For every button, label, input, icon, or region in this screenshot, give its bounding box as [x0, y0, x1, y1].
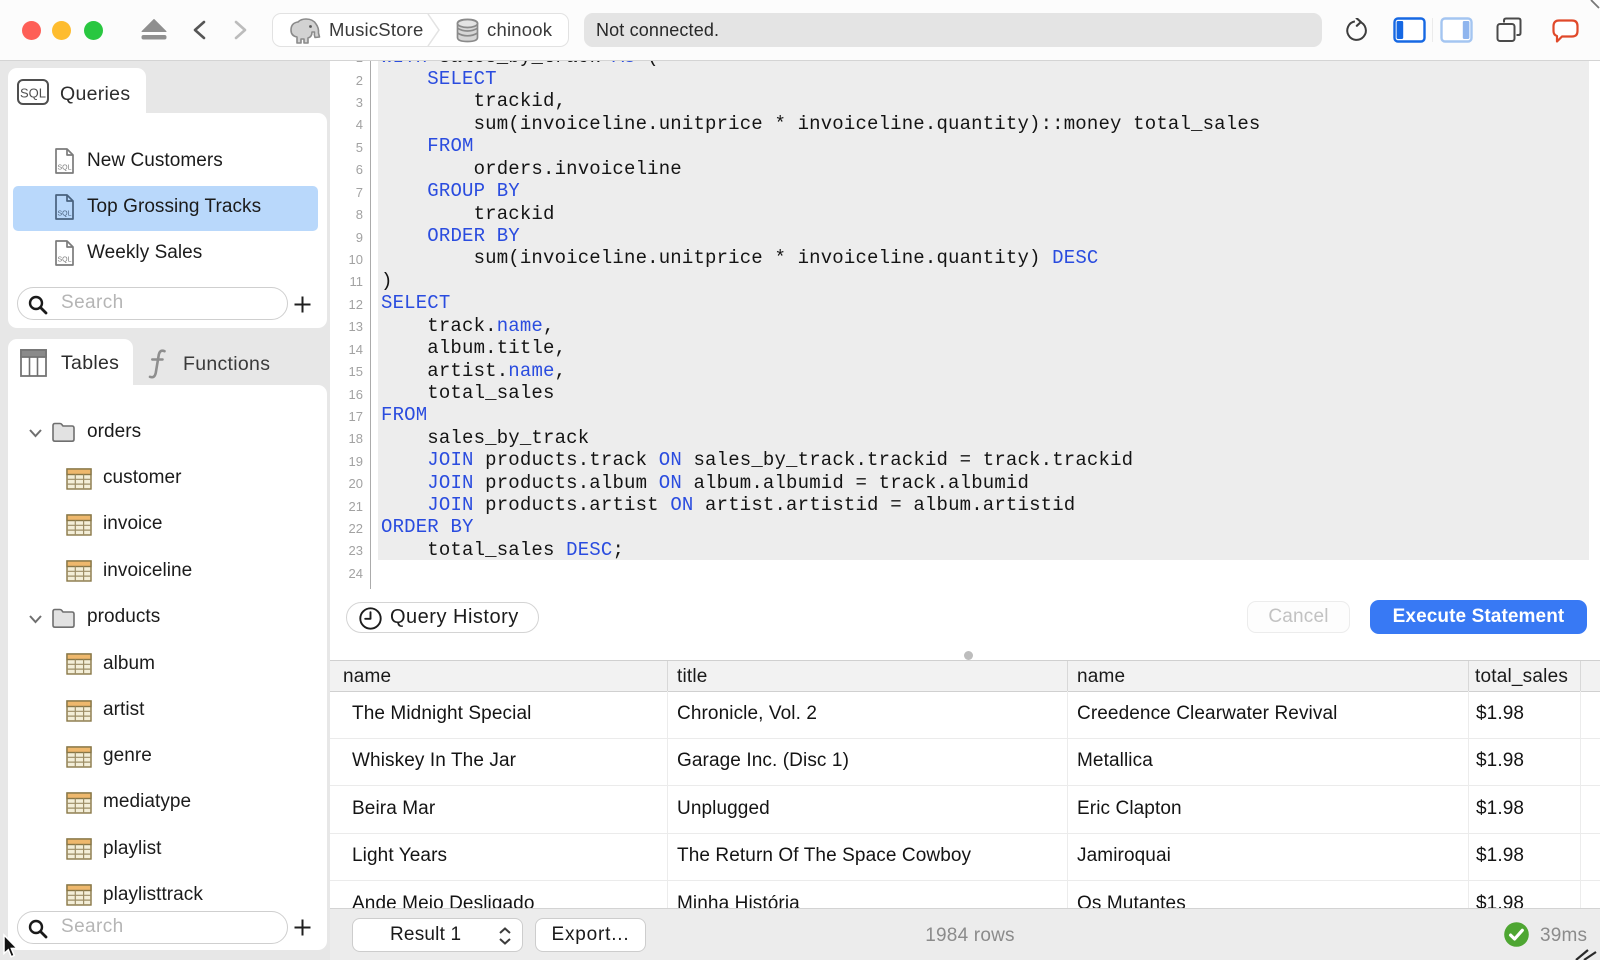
svg-text:SQL: SQL — [58, 165, 72, 172]
svg-text:SQL: SQL — [58, 211, 72, 218]
svg-text:SQL: SQL — [20, 86, 46, 101]
svg-text:SQL: SQL — [58, 257, 72, 264]
